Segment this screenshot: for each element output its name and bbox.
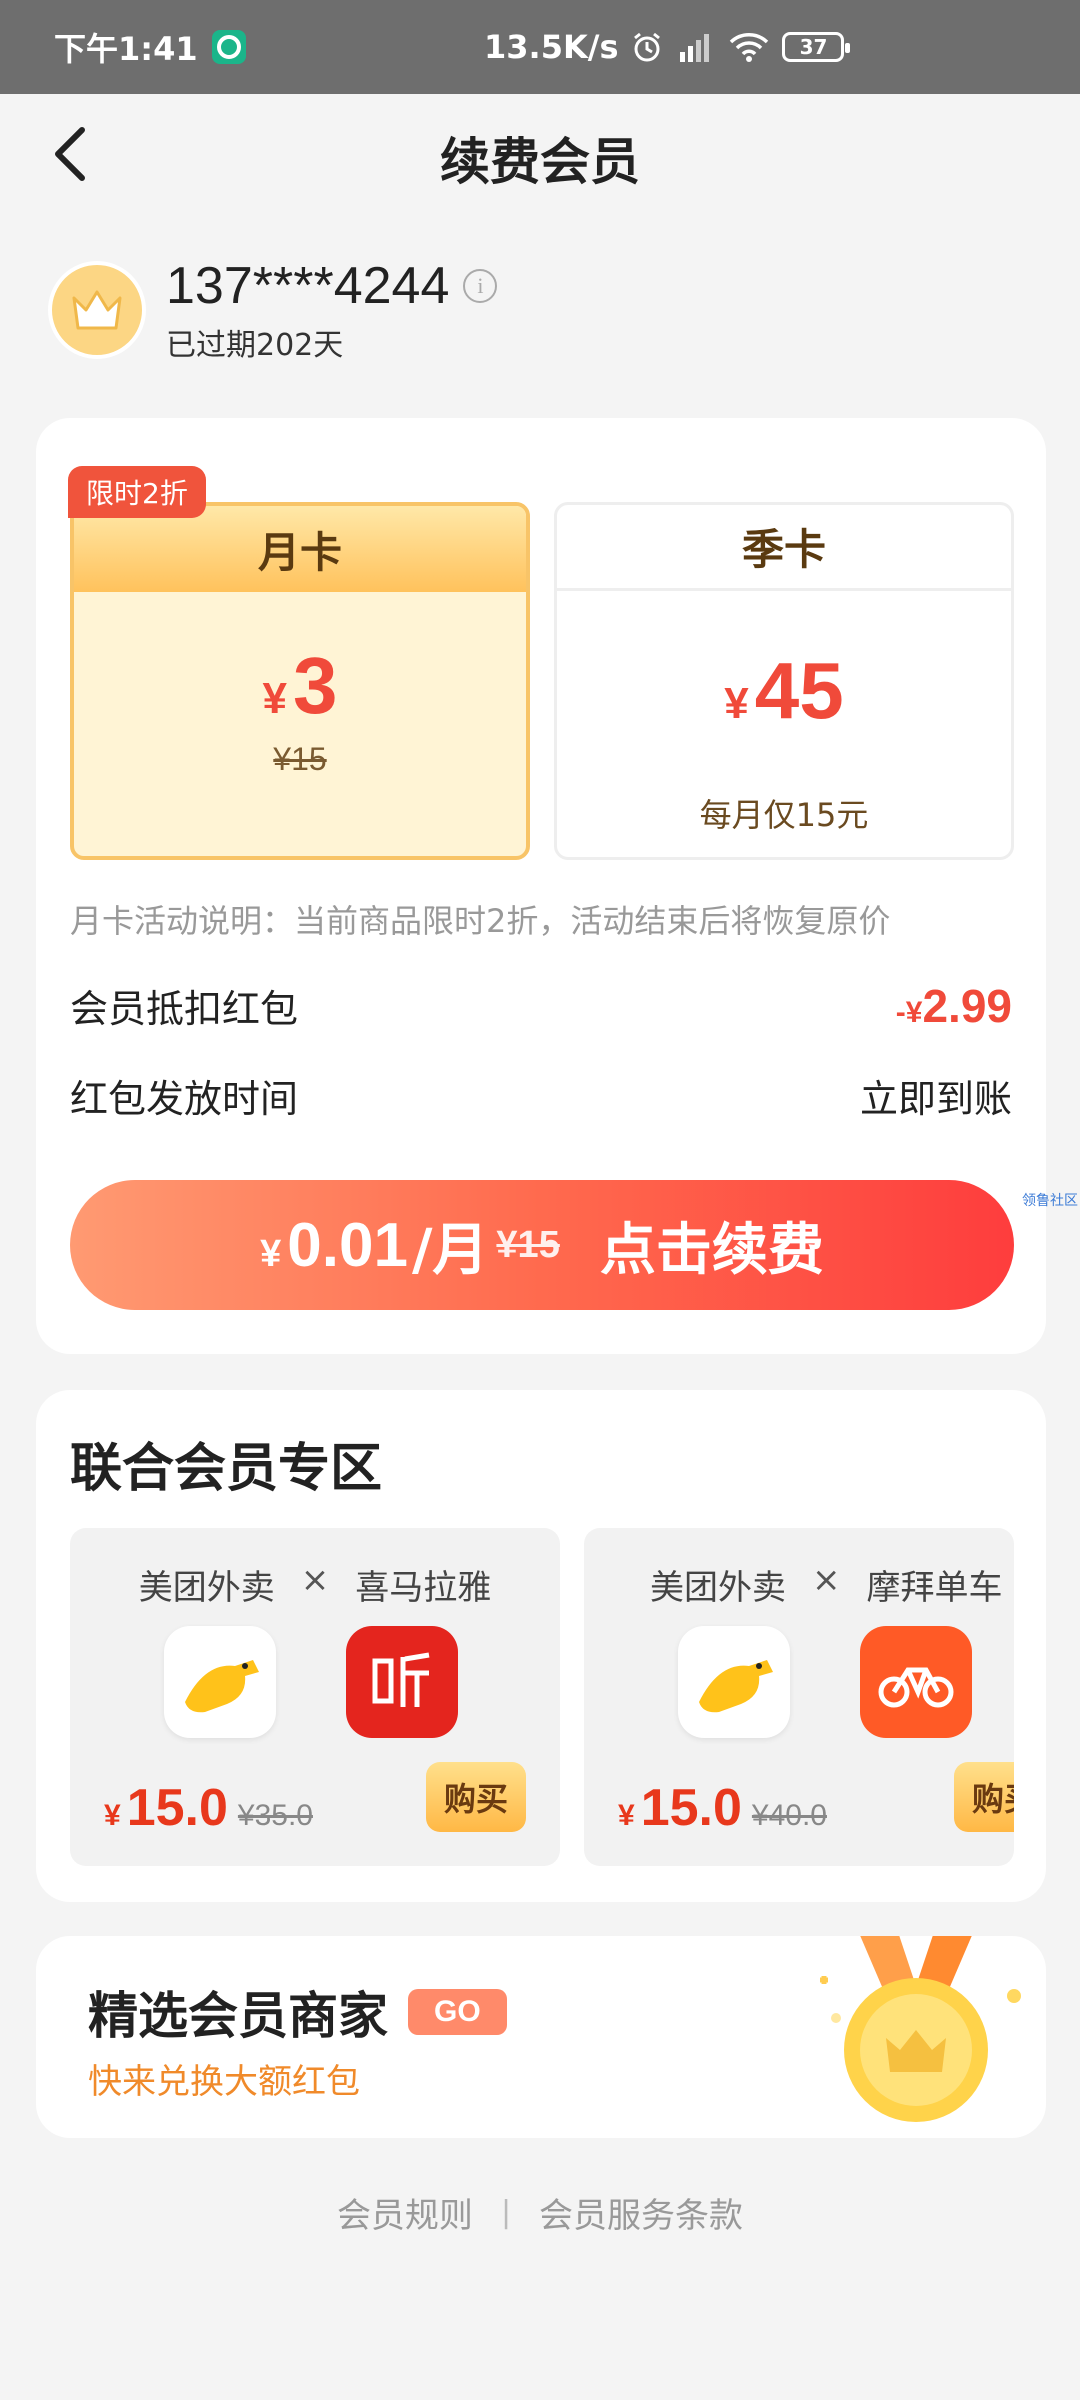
combo-right-name: 摩拜单车 xyxy=(866,1568,1003,1608)
combo-price-value: 15.0 xyxy=(640,1779,742,1837)
discount-value: -¥2.99 xyxy=(896,979,1012,1033)
buy-button[interactable]: 购买 xyxy=(425,1762,526,1832)
renew-price-value: 0.01 xyxy=(287,1210,408,1280)
delivery-row: 红包发放时间 立即到账 xyxy=(70,1068,1012,1123)
phone-row: 137****4244 i xyxy=(166,256,498,316)
user-info: 137****4244 i 已过期202天 xyxy=(48,256,498,364)
status-bar: 下午1:41 13.5K/s 37 xyxy=(0,0,1080,94)
combo-left-name: 美团外卖 xyxy=(138,1568,275,1608)
plan-season-price-value: 45 xyxy=(754,646,844,735)
rules-link[interactable]: 会员规则 xyxy=(337,2188,473,2237)
battery-icon: 37 xyxy=(782,32,851,62)
alarm-icon xyxy=(634,32,661,62)
currency-symbol: ¥ xyxy=(618,1799,635,1832)
terms-link[interactable]: 会员服务条款 xyxy=(539,2188,743,2237)
user-phone: 137****4244 xyxy=(166,257,450,315)
status-time: 下午1:41 xyxy=(54,30,198,68)
plan-month-card[interactable]: 月卡 ¥3 ¥15 xyxy=(70,502,530,860)
status-right-group: 13.5K/s 37 xyxy=(484,28,851,66)
renew-card: 限时2折 月卡 ¥3 ¥15 季卡 ¥45 每月仅15元 月卡活动说明：当前商品… xyxy=(36,418,1046,1354)
user-text: 137****4244 i 已过期202天 xyxy=(166,256,498,364)
delivery-value: 立即到账 xyxy=(859,1077,1012,1121)
discount-row: 会员抵扣红包 -¥2.99 xyxy=(70,978,1012,1033)
currency-symbol: ¥ xyxy=(104,1799,121,1832)
combo-names: 美团外卖 × 喜马拉雅 xyxy=(70,1560,560,1609)
go-button[interactable]: GO xyxy=(408,1989,507,2035)
combo-left-name: 美团外卖 xyxy=(650,1568,786,1608)
side-link[interactable]: 领鲁社区 xyxy=(1022,1190,1078,1210)
currency-symbol: ¥ xyxy=(724,679,749,728)
combo-original-price: ¥40.0 xyxy=(751,1799,827,1832)
wifi-icon xyxy=(730,33,769,62)
discount-label: 会员抵扣红包 xyxy=(70,987,299,1031)
delivery-label: 红包发放时间 xyxy=(70,1077,299,1121)
joint-membership-card: 联合会员专区 美团外卖 × 喜马拉雅 ¥15.0 ¥35.0 购买 美团外卖 × … xyxy=(36,1390,1046,1902)
plan-month-original-price: ¥15 xyxy=(273,741,327,777)
combo-price: ¥15.0 ¥40.0 xyxy=(618,1778,827,1838)
ximalaya-app-icon xyxy=(346,1626,458,1738)
plan-season-price: ¥45 xyxy=(557,649,1011,746)
plan-month-label: 月卡 xyxy=(74,506,526,592)
plan-season-card[interactable]: 季卡 ¥45 每月仅15元 xyxy=(554,502,1014,860)
renew-unit: /月 xyxy=(411,1217,489,1283)
page-header: 续费会员 xyxy=(0,94,1080,220)
currency-symbol: ¥ xyxy=(262,674,287,723)
combo-cross: × xyxy=(812,1560,841,1600)
combo-card[interactable]: 美团外卖 × 喜马拉雅 ¥15.0 ¥35.0 购买 xyxy=(70,1528,560,1866)
combo-price: ¥15.0 ¥35.0 xyxy=(104,1778,313,1838)
promo-note: 月卡活动说明：当前商品限时2折，活动结束后将恢复原价 xyxy=(70,902,891,940)
kangaroo-icon xyxy=(185,1660,259,1713)
info-icon[interactable]: i xyxy=(463,269,498,303)
mobike-app-icon xyxy=(860,1626,972,1738)
merchant-title: 精选会员商家 xyxy=(88,1987,388,2045)
merchant-title-row: 精选会员商家 GO xyxy=(88,1976,507,2048)
merchant-subtitle: 快来兑换大额红包 xyxy=(88,2062,360,2102)
crown-icon xyxy=(72,290,122,330)
meituan-app-icon xyxy=(164,1626,276,1738)
merchant-banner[interactable]: 精选会员商家 GO 快来兑换大额红包 xyxy=(36,1936,1046,2138)
combo-cross: × xyxy=(300,1560,330,1600)
plan-season-label: 季卡 xyxy=(557,505,1011,591)
buy-button[interactable]: 购买 xyxy=(953,1762,1014,1832)
app-notification-icon xyxy=(211,30,246,64)
renew-button[interactable]: ¥0.01 /月 ¥15 点击续费 xyxy=(70,1180,1014,1310)
footer-links: 会员规则 | 会员服务条款 xyxy=(0,2188,1080,2237)
renew-original-price: ¥15 xyxy=(496,1223,560,1266)
plan-season-note: 每月仅15元 xyxy=(699,796,869,834)
discount-amount: 2.99 xyxy=(922,979,1012,1032)
medal-icon xyxy=(820,1936,1021,2122)
combo-names: 美团外卖 × 摩拜单车 xyxy=(584,1560,1014,1609)
signal-icon xyxy=(680,34,710,62)
currency-symbol: ¥ xyxy=(905,995,923,1029)
plan-month-price: ¥3 xyxy=(74,644,526,741)
renew-price: ¥0.01 xyxy=(260,1210,408,1281)
limited-discount-tag: 限时2折 xyxy=(68,466,206,518)
status-time-group: 下午1:41 xyxy=(54,24,246,70)
expired-status: 已过期202天 xyxy=(166,328,344,363)
currency-symbol: ¥ xyxy=(260,1232,282,1275)
renew-label: 点击续费 xyxy=(599,1217,824,1283)
combo-card[interactable]: 美团外卖 × 摩拜单车 ¥15.0 ¥40.0 购买 xyxy=(584,1528,1014,1866)
combo-original-price: ¥35.0 xyxy=(237,1799,313,1832)
plan-month-price-value: 3 xyxy=(292,641,338,730)
listen-icon xyxy=(372,1652,430,1707)
page-title: 续费会员 xyxy=(440,133,640,191)
kangaroo-icon xyxy=(699,1660,773,1713)
joint-title: 联合会员专区 xyxy=(70,1439,383,1499)
combo-right-name: 喜马拉雅 xyxy=(355,1568,492,1608)
avatar xyxy=(48,261,146,359)
discount-sign: - xyxy=(895,995,906,1029)
net-speed: 13.5K/s xyxy=(484,28,619,66)
combo-price-value: 15.0 xyxy=(126,1779,228,1837)
bicycle-icon xyxy=(878,1667,954,1708)
footer-separator: | xyxy=(500,2195,512,2230)
meituan-app-icon xyxy=(678,1626,790,1738)
